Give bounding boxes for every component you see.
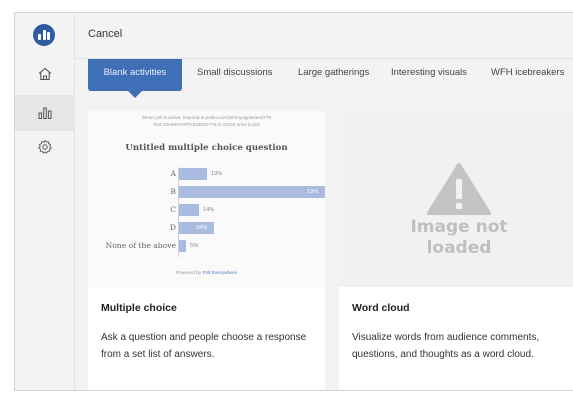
rail-activities[interactable] xyxy=(15,95,75,131)
bar xyxy=(179,240,186,252)
activity-card-multiple-choice[interactable]: When poll is active, respond at pollev.c… xyxy=(88,111,325,390)
bar-value-label: 14% xyxy=(203,207,215,213)
tab-small-discussions[interactable]: Small discussions xyxy=(197,67,273,78)
rail-home[interactable] xyxy=(15,56,75,92)
tab-interesting-visuals[interactable]: Interesting visuals xyxy=(391,67,467,78)
bar-label: B xyxy=(170,187,176,196)
card-description: Visualize words from audience comments, … xyxy=(352,332,540,360)
card-description: Ask a question and people choose a respo… xyxy=(101,332,307,360)
tab-large-gatherings[interactable]: Large gatherings xyxy=(298,67,369,78)
bar xyxy=(179,186,325,198)
question-title: Untitled multiple choice question xyxy=(125,143,288,153)
card-preview: When poll is active, respond at pollev.c… xyxy=(88,111,325,287)
left-rail xyxy=(15,13,75,390)
category-tabs: Blank activities Small discussions Large… xyxy=(75,59,573,99)
card-title: Word cloud xyxy=(352,302,410,314)
bar-value-label: 19% xyxy=(211,171,223,177)
card-preview: Image not loaded xyxy=(339,111,573,287)
app-logo-icon[interactable] xyxy=(33,24,55,46)
brand-name: Poll Everywhere xyxy=(202,271,238,276)
warning-icon xyxy=(427,163,491,215)
cancel-button[interactable]: Cancel xyxy=(88,28,122,40)
card-title: Multiple choice xyxy=(101,302,177,314)
tab-blank-activities[interactable]: Blank activities xyxy=(88,59,182,98)
bar-label: None of the above xyxy=(105,241,176,250)
bar-label: C xyxy=(170,205,176,214)
gear-icon xyxy=(38,140,52,154)
bar-value-label: 5% xyxy=(190,243,199,249)
image-not-loaded-text: Image not loaded xyxy=(410,217,508,258)
bar-label: A xyxy=(170,169,176,178)
chart-icon xyxy=(38,107,52,119)
bar-value-label: 24% xyxy=(196,225,208,231)
activity-card-word-cloud[interactable]: Image not loaded Word cloud Visualize wo… xyxy=(339,111,573,390)
powered-by: Powered by Poll Everywhere xyxy=(175,271,238,276)
app-window: Cancel Blank activities Small discussion… xyxy=(14,12,573,391)
bar xyxy=(179,168,207,180)
bar-label: D xyxy=(169,223,176,232)
bar-value-label: 19% xyxy=(307,189,319,195)
join-instructions: When poll is active, respond at pollev.c… xyxy=(141,115,272,127)
bar xyxy=(179,204,199,216)
rail-settings[interactable] xyxy=(15,129,75,165)
top-bar: Cancel xyxy=(75,13,573,59)
home-icon xyxy=(38,67,52,81)
activity-gallery: Blank activities Small discussions Large… xyxy=(75,59,573,390)
tab-wfh-icebreakers[interactable]: WFH icebreakers xyxy=(491,67,564,78)
